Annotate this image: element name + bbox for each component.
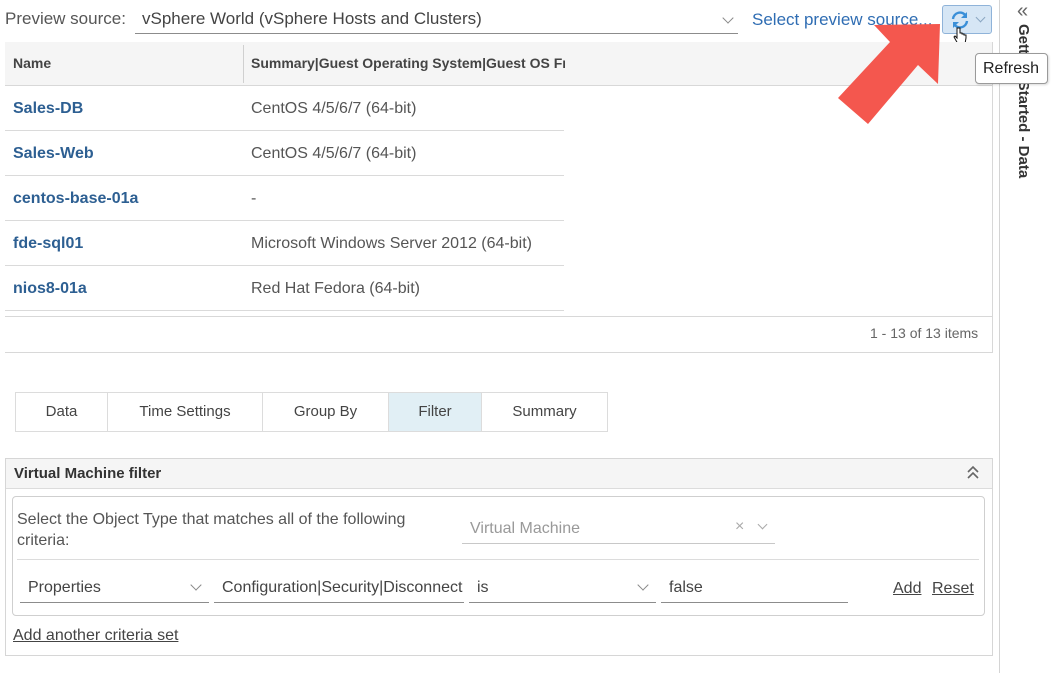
table-row[interactable]: Sales-Web CentOS 4/5/6/7 (64-bit) <box>5 131 564 176</box>
side-panel-title: Getting Started - Data <box>1015 24 1032 179</box>
row-guest-os: Microsoft Windows Server 2012 (64-bit) <box>251 235 532 252</box>
tab-time-settings[interactable]: Time Settings <box>107 392 263 432</box>
row-name-link[interactable]: Sales-Web <box>13 145 94 163</box>
criteria-type-select[interactable]: Properties <box>20 573 209 603</box>
table-row[interactable]: centos-base-01a - <box>5 176 564 221</box>
divider <box>5 352 993 353</box>
divider <box>992 42 993 353</box>
refresh-tooltip: Refresh <box>975 53 1048 84</box>
table-row[interactable]: fde-sql01 Microsoft Windows Server 2012 … <box>5 221 564 266</box>
chevron-down-icon <box>637 579 649 591</box>
preview-source-label: Preview source: <box>5 9 126 28</box>
value-text: false <box>669 579 703 596</box>
add-criteria-button[interactable]: Add <box>893 580 921 598</box>
row-name-link[interactable]: nios8-01a <box>13 280 87 298</box>
table-row[interactable]: Sales-DB CentOS 4/5/6/7 (64-bit) <box>5 86 564 131</box>
column-header-name[interactable]: Name <box>13 55 51 71</box>
object-type-select[interactable]: Virtual Machine × <box>462 511 775 544</box>
row-guest-os: - <box>251 190 257 207</box>
chevron-down-icon <box>757 519 768 530</box>
double-chevron-left-icon[interactable]: « <box>1017 0 1028 23</box>
column-resize-handle[interactable] <box>243 45 244 83</box>
tab-filter[interactable]: Filter <box>388 392 482 432</box>
add-criteria-set-link[interactable]: Add another criteria set <box>13 627 178 645</box>
tab-data[interactable]: Data <box>15 392 108 432</box>
preview-source-select[interactable]: vSphere World (vSphere Hosts and Cluster… <box>135 4 738 34</box>
chevron-down-icon <box>190 579 202 591</box>
row-name-link[interactable]: Sales-DB <box>13 100 83 118</box>
metric-field[interactable]: Configuration|Security|Disconnect <box>214 573 464 603</box>
pagination-info: 1 - 13 of 13 items <box>870 325 979 341</box>
criteria-label: Select the Object Type that matches all … <box>17 511 406 549</box>
operator-value: is <box>477 579 489 596</box>
criteria-type-value: Properties <box>28 579 101 596</box>
row-guest-os: Red Hat Fedora (64-bit) <box>251 280 420 297</box>
filter-panel-title: Virtual Machine filter <box>14 465 162 482</box>
preview-source-value: vSphere World (vSphere Hosts and Cluster… <box>142 9 482 28</box>
row-guest-os: CentOS 4/5/6/7 (64-bit) <box>251 145 417 162</box>
divider <box>5 316 992 317</box>
row-name-link[interactable]: fde-sql01 <box>13 235 83 253</box>
divider <box>17 559 979 560</box>
filter-panel-header: Virtual Machine filter <box>6 459 992 489</box>
collapse-up-icon[interactable] <box>966 463 980 481</box>
tab-summary[interactable]: Summary <box>481 392 608 432</box>
tab-group-by[interactable]: Group By <box>262 392 389 432</box>
row-guest-os: CentOS 4/5/6/7 (64-bit) <box>251 100 417 117</box>
object-type-value: Virtual Machine <box>470 520 580 537</box>
chevron-down-icon <box>722 12 734 24</box>
chevron-down-icon[interactable] <box>975 12 986 23</box>
operator-select[interactable]: is <box>469 573 656 603</box>
clear-icon[interactable]: × <box>735 518 744 536</box>
value-input[interactable]: false <box>661 573 848 603</box>
annotation-arrow-icon <box>838 24 940 124</box>
column-header-guest-os[interactable]: Summary|Guest Operating System|Guest OS … <box>251 55 565 71</box>
row-name-link[interactable]: centos-base-01a <box>13 190 138 208</box>
reset-button[interactable]: Reset <box>932 580 974 598</box>
table-row[interactable]: nios8-01a Red Hat Fedora (64-bit) <box>5 266 564 311</box>
metric-value: Configuration|Security|Disconnect <box>222 579 463 596</box>
